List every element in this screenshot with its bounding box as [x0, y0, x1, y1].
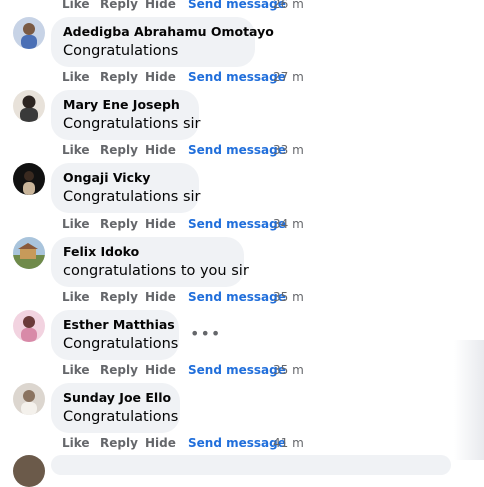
- profile-photo-icon: [13, 90, 45, 122]
- comment-actions: Like Reply Hide Send message 41 m: [62, 436, 304, 450]
- like-link[interactable]: Like: [62, 217, 100, 231]
- comment-text: Congratulations sir: [63, 189, 201, 205]
- profile-photo-icon: [13, 17, 45, 49]
- hide-link[interactable]: Hide: [145, 0, 188, 11]
- profile-photo-icon: [13, 237, 45, 269]
- comment-bubble: Mary Ene Joseph Congratulations sir: [51, 90, 201, 140]
- like-link[interactable]: Like: [62, 143, 100, 157]
- comment-text: Congratulations: [63, 336, 179, 352]
- avatar[interactable]: [13, 383, 45, 415]
- comment-timestamp[interactable]: 35 m: [273, 290, 304, 304]
- profile-photo-icon: [13, 383, 45, 415]
- comment-item: Felix Idoko congratulations to you sir: [0, 237, 484, 297]
- comment-bubble: Felix Idoko congratulations to you sir: [51, 237, 249, 287]
- avatar[interactable]: [13, 90, 45, 122]
- commenter-name[interactable]: Adedigba Abrahamu Omotayo: [63, 24, 274, 40]
- like-link[interactable]: Like: [62, 363, 100, 377]
- comment-timestamp[interactable]: 41 m: [273, 436, 304, 450]
- commenter-name[interactable]: Ongaji Vicky: [63, 170, 187, 186]
- comment-bubble: [51, 455, 451, 475]
- comment-actions: Like Reply Hide Send message 34 m: [62, 217, 304, 231]
- like-link[interactable]: Like: [62, 0, 100, 11]
- hide-link[interactable]: Hide: [145, 70, 188, 84]
- reply-link[interactable]: Reply: [100, 0, 145, 11]
- comment-actions: Like Reply Hide Send message 35 m: [62, 363, 304, 377]
- comment-item: Esther Matthias Congratulations •••: [0, 310, 484, 370]
- reply-link[interactable]: Reply: [100, 290, 145, 304]
- send-message-link[interactable]: Send message: [188, 217, 286, 231]
- comment-actions: Like Reply Hide Send message 33 m: [62, 143, 304, 157]
- comment-bubble: Esther Matthias Congratulations: [51, 310, 179, 360]
- comment-actions: Like Reply Hide Send message 35 m: [62, 290, 304, 304]
- send-message-link[interactable]: Send message: [188, 70, 286, 84]
- comment-actions: Like Reply Hide Send message 26 m: [62, 0, 304, 11]
- commenter-name[interactable]: Esther Matthias: [63, 317, 175, 333]
- comment-item: Adedigba Abrahamu Omotayo Congratulation…: [0, 17, 484, 77]
- comment-item: Ongaji Vicky Congratulations sir: [0, 163, 484, 223]
- send-message-link[interactable]: Send message: [188, 363, 286, 377]
- hide-link[interactable]: Hide: [145, 363, 188, 377]
- comment-bubble: Sunday Joe Ello Congratulations: [51, 383, 180, 433]
- commenter-name[interactable]: Sunday Joe Ello: [63, 390, 171, 406]
- comment-text: Congratulations: [63, 43, 179, 59]
- comment-actions: Like Reply Hide Send message 27 m: [62, 70, 304, 84]
- comment-text: Congratulations: [63, 409, 179, 425]
- send-message-link[interactable]: Send message: [188, 143, 286, 157]
- like-link[interactable]: Like: [62, 70, 100, 84]
- commenter-name[interactable]: Felix Idoko: [63, 244, 232, 260]
- scroll-shadow: [454, 340, 484, 460]
- profile-photo-icon: [13, 310, 45, 342]
- profile-photo-icon: [13, 163, 45, 195]
- avatar[interactable]: [13, 163, 45, 195]
- comment-bubble: Ongaji Vicky Congratulations sir: [51, 163, 201, 213]
- comment-item: Mary Ene Joseph Congratulations sir: [0, 90, 484, 150]
- hide-link[interactable]: Hide: [145, 217, 188, 231]
- comment-text: congratulations to you sir: [63, 263, 249, 279]
- like-link[interactable]: Like: [62, 436, 100, 450]
- avatar[interactable]: [13, 17, 45, 49]
- avatar[interactable]: [13, 310, 45, 342]
- send-message-link[interactable]: Send message: [188, 0, 286, 11]
- hide-link[interactable]: Hide: [145, 436, 188, 450]
- reply-link[interactable]: Reply: [100, 143, 145, 157]
- reply-link[interactable]: Reply: [100, 363, 145, 377]
- reply-link[interactable]: Reply: [100, 436, 145, 450]
- comment-timestamp[interactable]: 27 m: [273, 70, 304, 84]
- like-link[interactable]: Like: [62, 290, 100, 304]
- avatar[interactable]: [13, 237, 45, 269]
- commenter-name[interactable]: Mary Ene Joseph: [63, 97, 187, 113]
- reply-link[interactable]: Reply: [100, 70, 145, 84]
- comment-timestamp[interactable]: 34 m: [273, 217, 304, 231]
- comment-text: Congratulations sir: [63, 116, 201, 132]
- hide-link[interactable]: Hide: [145, 143, 188, 157]
- more-options-icon[interactable]: •••: [190, 324, 221, 343]
- comment-bubble: Adedigba Abrahamu Omotayo Congratulation…: [51, 17, 274, 67]
- reply-link[interactable]: Reply: [100, 217, 145, 231]
- comment-timestamp[interactable]: 33 m: [273, 143, 304, 157]
- send-message-link[interactable]: Send message: [188, 436, 286, 450]
- comment-item: Sunday Joe Ello Congratulations: [0, 383, 484, 443]
- send-message-link[interactable]: Send message: [188, 290, 286, 304]
- comment-timestamp[interactable]: 26 m: [273, 0, 304, 11]
- hide-link[interactable]: Hide: [145, 290, 188, 304]
- comment-timestamp[interactable]: 35 m: [273, 363, 304, 377]
